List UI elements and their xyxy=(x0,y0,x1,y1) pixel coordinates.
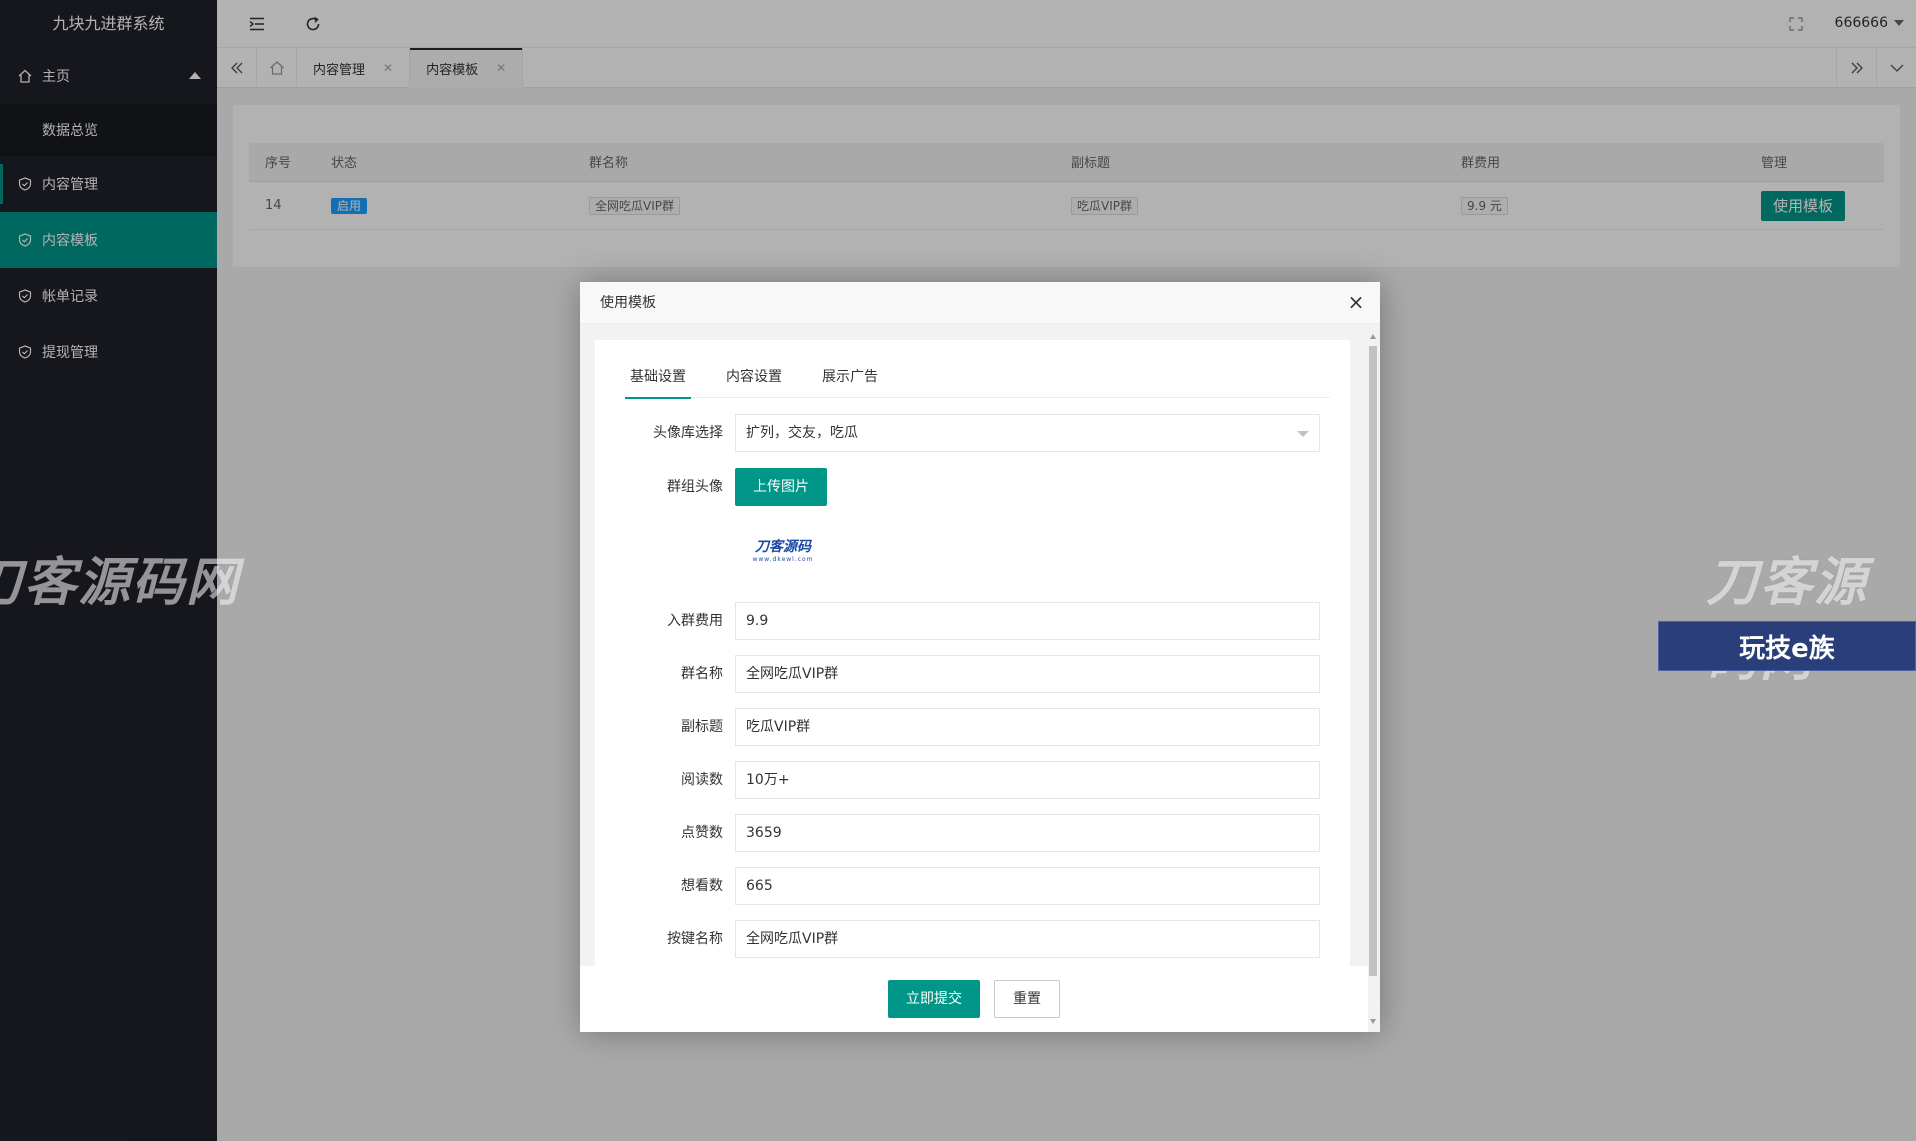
avatar-lib-select[interactable]: 扩列，交友，吃瓜 xyxy=(735,414,1320,452)
select-value: 扩列，交友，吃瓜 xyxy=(746,425,858,441)
field-label: 群名称 xyxy=(681,666,723,682)
form-row-avatar-lib: 头像库选择 扩列，交友，吃瓜 xyxy=(595,414,1320,452)
dialog-body: 基础设置 内容设置 展示广告 头像库选择 扩列，交友，吃瓜 群组头像 上传图片 … xyxy=(580,324,1380,1032)
submit-button[interactable]: 立即提交 xyxy=(888,980,980,1018)
field-label: 点赞数 xyxy=(681,825,723,841)
scroll-down-icon[interactable] xyxy=(1370,1019,1376,1024)
form-row-fee: 入群费用 9.9 xyxy=(595,602,1320,640)
scroll-up-icon[interactable] xyxy=(1370,334,1376,339)
close-icon[interactable]: × xyxy=(1346,292,1366,312)
thumbnail-url-text: www.dkewl.com xyxy=(752,555,814,563)
likes-input[interactable]: 3659 xyxy=(735,814,1320,852)
form-row-subtitle: 副标题 吃瓜VIP群 xyxy=(595,708,1320,746)
reset-button[interactable]: 重置 xyxy=(994,980,1060,1018)
form-row-wants: 想看数 665 xyxy=(595,867,1320,905)
dialog-tabs: 基础设置 内容设置 展示广告 xyxy=(625,356,1330,399)
group-name-input[interactable]: 全网吃瓜VIP群 xyxy=(735,655,1320,693)
form-row-group-avatar: 群组头像 上传图片 xyxy=(595,468,1320,506)
form-row-likes: 点赞数 3659 xyxy=(595,814,1320,852)
field-label: 想看数 xyxy=(681,878,723,894)
tab-ad-display[interactable]: 展示广告 xyxy=(817,356,883,398)
form-row-button-name: 按键名称 全网吃瓜VIP群 xyxy=(595,920,1320,958)
tab-content-settings[interactable]: 内容设置 xyxy=(721,356,787,398)
tab-basic-settings[interactable]: 基础设置 xyxy=(625,356,691,399)
scroll-thumb[interactable] xyxy=(1369,346,1377,976)
form-panel: 基础设置 内容设置 展示广告 头像库选择 扩列，交友，吃瓜 群组头像 上传图片 … xyxy=(595,340,1350,970)
caret-down-icon xyxy=(1297,431,1309,437)
ad-banner[interactable]: 玩技e族 xyxy=(1658,621,1916,671)
use-template-dialog: 使用模板 × 基础设置 内容设置 展示广告 头像库选择 扩列，交友，吃瓜 群组头… xyxy=(580,282,1380,1032)
dialog-title: 使用模板 xyxy=(580,282,1380,324)
avatar-thumbnail: 刀客源码 www.dkewl.com xyxy=(752,535,814,563)
dialog-footer: 立即提交 重置 xyxy=(580,966,1368,1032)
watermark: 刀客源码网 xyxy=(0,553,241,613)
wants-input[interactable]: 665 xyxy=(735,867,1320,905)
field-label: 按键名称 xyxy=(667,931,723,947)
field-label: 阅读数 xyxy=(681,772,723,788)
upload-image-button[interactable]: 上传图片 xyxy=(735,468,827,506)
dialog-scrollbar[interactable] xyxy=(1368,334,1378,1024)
thumbnail-logo-text: 刀客源码 xyxy=(755,538,811,555)
button-name-input[interactable]: 全网吃瓜VIP群 xyxy=(735,920,1320,958)
form-row-name: 群名称 全网吃瓜VIP群 xyxy=(595,655,1320,693)
field-label: 入群费用 xyxy=(667,613,723,629)
field-label: 群组头像 xyxy=(667,479,723,495)
field-label: 头像库选择 xyxy=(653,425,723,441)
subtitle-input[interactable]: 吃瓜VIP群 xyxy=(735,708,1320,746)
field-label: 副标题 xyxy=(681,719,723,735)
form-row-reads: 阅读数 10万+ xyxy=(595,761,1320,799)
fee-input[interactable]: 9.9 xyxy=(735,602,1320,640)
reads-input[interactable]: 10万+ xyxy=(735,761,1320,799)
